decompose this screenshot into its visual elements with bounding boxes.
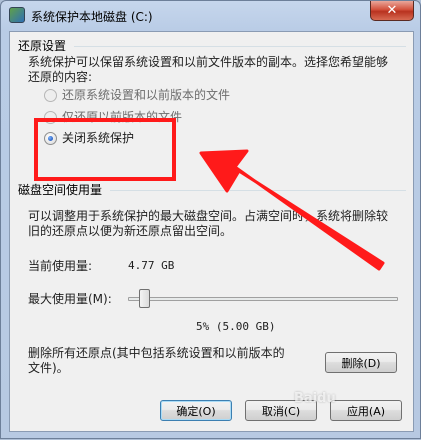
annotation-arrow-icon bbox=[199, 149, 385, 271]
watermark-logo: Baidu bbox=[294, 391, 336, 406]
system-protection-dialog: 系统保护本地磁盘 (C:) ✕ 还原设置 系统保护可以保留系统设置和以前文件版本… bbox=[0, 0, 421, 439]
